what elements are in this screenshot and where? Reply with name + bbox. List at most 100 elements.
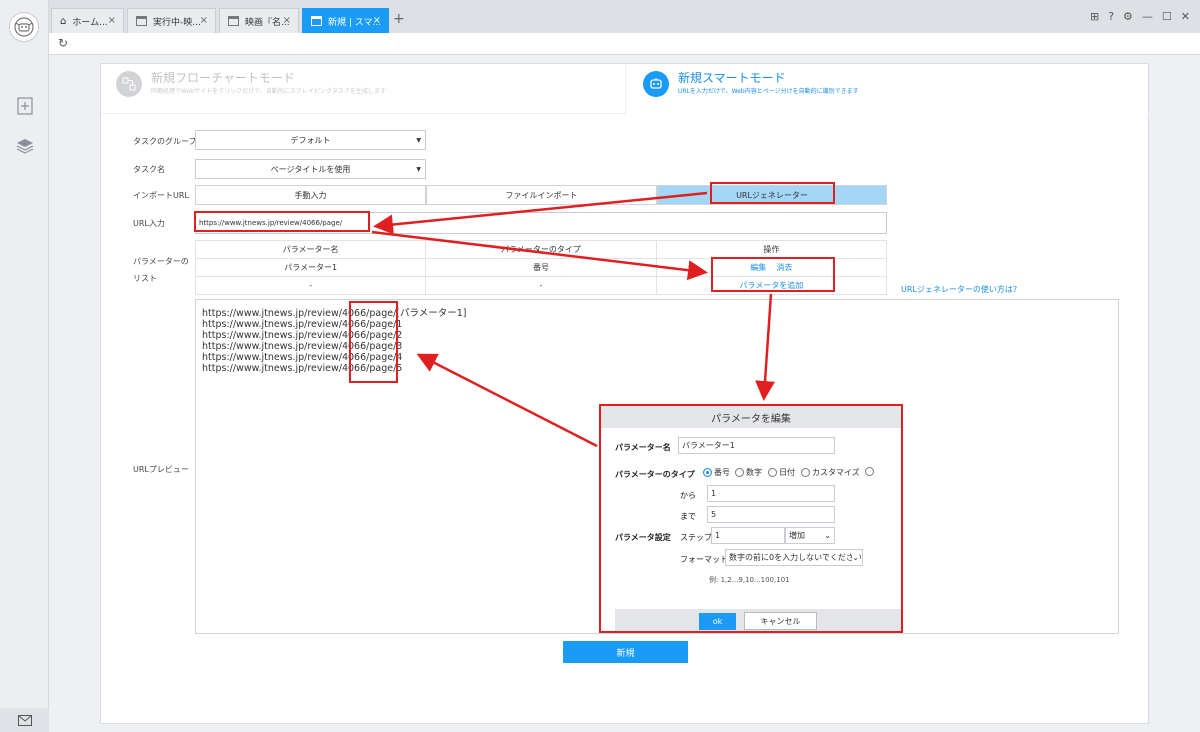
tab-movie[interactable]: 映画『名... ×	[219, 8, 299, 33]
radio-label: 番号	[714, 468, 730, 477]
radio-dot	[703, 468, 712, 477]
column-header: パラメーターのタイプ	[425, 240, 657, 259]
gift-icon[interactable]: ⊞	[1090, 10, 1099, 23]
dlg-param-type-label: パラメーターのタイプ	[615, 470, 695, 479]
smart-mode-card[interactable]: 新規スマートモード URLを入力だけで、Web内容とページ分けを自動的に識別でき…	[628, 64, 1150, 114]
param-name-input[interactable]: パラメーター1	[678, 437, 835, 454]
step-label: ステップ	[680, 533, 712, 542]
preview-line: https://www.jtnews.jp/review/4066/page/1	[202, 319, 403, 330]
table-header-row: パラメーター名 パラメーターのタイプ 操作	[194, 240, 888, 259]
tab-label: ホーム...	[72, 17, 108, 28]
tab-home[interactable]: ⌂ ホーム... ×	[51, 8, 124, 33]
left-rail	[0, 0, 49, 732]
highlight-actions	[711, 257, 835, 292]
task-group-select[interactable]: デフォルト ▼	[195, 130, 426, 150]
help-icon[interactable]: ?	[1108, 10, 1114, 23]
tab-bar: ⌂ ホーム... × 実行中-映... × 映画『名... × 新規 | スマ.…	[49, 0, 1200, 33]
window-controls: ⊞ ? ⚙ — ☐ ✕	[1090, 10, 1190, 23]
flowchart-mode-title: 新規フローチャートモード	[151, 71, 295, 85]
address-bar: ↻	[49, 33, 1200, 55]
to-input[interactable]: 5	[707, 506, 835, 523]
robot-icon	[643, 71, 669, 97]
home-icon: ⌂	[60, 15, 67, 27]
to-label: まで	[680, 512, 696, 521]
smart-mode-title: 新規スマートモード	[678, 71, 786, 85]
close-icon[interactable]: ×	[200, 15, 208, 26]
param-list-label: パラメーターのリスト	[133, 257, 189, 283]
highlight-url	[194, 211, 370, 232]
column-header: パラメーター名	[194, 240, 427, 259]
type-radio-digit[interactable]: 数字	[735, 467, 762, 478]
format-value: 数字の前に0を入力しないでください	[729, 553, 862, 562]
task-name-select[interactable]: ページタイトルを使用 ▼	[195, 159, 426, 179]
smart-mode-desc: URLを入力だけで、Web内容とページ分けを自動的に識別できます	[678, 88, 859, 95]
param-type-cell: 番号	[425, 258, 657, 277]
robot-logo-icon	[14, 17, 34, 37]
close-icon[interactable]: ×	[283, 15, 291, 26]
close-window-icon[interactable]: ✕	[1181, 10, 1190, 23]
type-radio-number[interactable]: 番号	[703, 467, 730, 478]
cancel-button[interactable]: キャンセル	[744, 612, 817, 630]
format-label: フォーマット	[680, 555, 728, 564]
flowchart-icon	[116, 71, 142, 97]
settings-icon[interactable]: ⚙	[1123, 10, 1133, 23]
window-icon	[228, 16, 239, 26]
task-name-label: タスク名	[133, 165, 165, 174]
flowchart-mode-desc: 同期処理でWebサイトをクリックだけで、自動的にスクレイピングタスクを生成します	[151, 88, 386, 95]
reload-icon[interactable]: ↻	[58, 36, 68, 50]
preview-line: https://www.jtnews.jp/review/4066/page/5	[202, 363, 403, 374]
radio-label: 数字	[746, 468, 762, 477]
dlg-param-name-label: パラメーター名	[615, 443, 671, 452]
generator-help-link[interactable]: URLジェネレーターの使い方は?	[901, 284, 1017, 295]
messages-button[interactable]	[0, 708, 49, 732]
tab-new-smart[interactable]: 新規 | スマ... ×	[302, 8, 389, 33]
import-url-label: インポートURL	[133, 191, 189, 200]
type-radio-custom[interactable]: カスタマイズ	[801, 467, 860, 478]
radio-dot	[801, 468, 810, 477]
preview-line: https://www.jtnews.jp/review/4066/page/2	[202, 330, 403, 341]
import-manual-tab[interactable]: 手動入力	[195, 185, 426, 205]
radio-label: カスタマイズ	[812, 468, 860, 477]
radio-dot	[865, 467, 874, 476]
tab-label: 実行中-映...	[153, 17, 201, 28]
from-label: から	[680, 491, 696, 500]
step-mode-select[interactable]: 増加 ⌄	[785, 527, 835, 544]
flowchart-mode-card[interactable]: 新規フローチャートモード 同期処理でWebサイトをクリックだけで、自動的にスクレ…	[101, 64, 626, 114]
from-input[interactable]: 1	[707, 485, 835, 502]
maximize-icon[interactable]: ☐	[1162, 10, 1172, 23]
format-example: 例: 1,2...9,10...100,101	[709, 576, 790, 584]
chevron-down-icon: ▼	[416, 166, 421, 173]
close-icon[interactable]: ×	[373, 15, 381, 26]
window-icon	[136, 16, 147, 26]
format-select[interactable]: 数字の前に0を入力しないでください ⌄	[725, 549, 863, 566]
task-name-value: ページタイトルを使用	[270, 164, 351, 174]
type-radio-date[interactable]: 日付	[768, 467, 795, 478]
new-task-button[interactable]	[14, 95, 36, 117]
close-icon[interactable]: ×	[108, 15, 116, 26]
radio-label: 日付	[779, 468, 795, 477]
column-header: 操作	[655, 240, 888, 259]
import-file-tab[interactable]: ファイルインポート	[426, 185, 657, 205]
chevron-down-icon: ▼	[416, 137, 421, 144]
radio-dot	[735, 468, 744, 477]
chevron-down-icon: ⌄	[824, 531, 831, 540]
tab-running[interactable]: 実行中-映... ×	[127, 8, 216, 33]
param-settings-label: パラメータ設定	[615, 533, 671, 542]
param-name-cell: パラメーター1	[194, 258, 427, 277]
ok-button[interactable]: ok	[699, 613, 736, 630]
type-radio-extra[interactable]	[865, 467, 876, 476]
edit-param-dialog: パラメータを編集 パラメーター名 パラメーター1 パラメーターのタイプ 番号 数…	[599, 404, 903, 633]
layers-icon	[16, 139, 34, 154]
new-tab-icon[interactable]: +	[393, 11, 405, 27]
radio-dot	[768, 468, 777, 477]
preview-line: https://www.jtnews.jp/review/4066/page/4	[202, 352, 403, 363]
create-button[interactable]: 新規	[563, 641, 688, 663]
chevron-down-icon: ⌄	[852, 550, 859, 565]
step-input[interactable]: 1	[711, 527, 785, 544]
tasks-button[interactable]	[14, 135, 36, 157]
highlight-preview-params	[349, 301, 398, 383]
window-icon	[311, 16, 322, 26]
url-preview-label: URLプレビュー	[133, 465, 189, 474]
highlight-generator	[710, 182, 835, 204]
minimize-icon[interactable]: —	[1142, 10, 1153, 23]
